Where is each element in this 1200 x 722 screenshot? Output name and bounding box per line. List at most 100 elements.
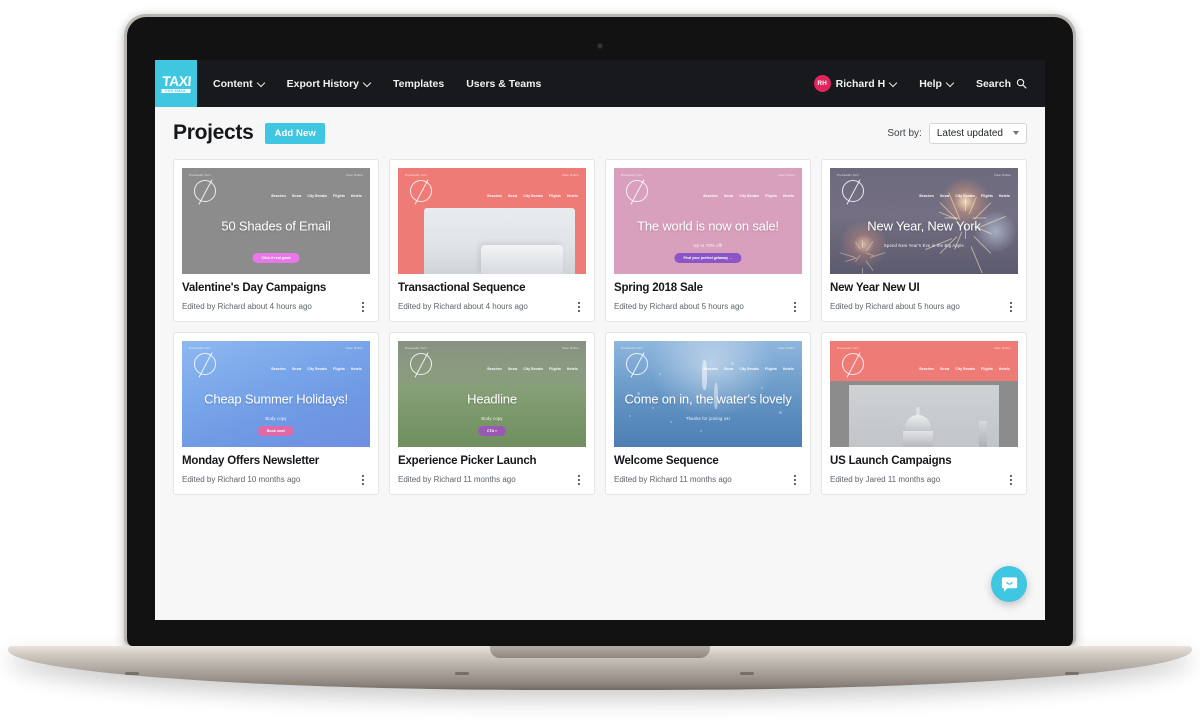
taxi-logo[interactable]: TAXI FOR EMAIL: [155, 60, 197, 107]
page-content: Projects Add New Sort by: Latest updated…: [155, 107, 1045, 620]
top-navigation-bar: TAXI FOR EMAIL Content Export History Te…: [155, 60, 1045, 107]
project-options-menu[interactable]: [356, 472, 370, 488]
webcam-icon: [597, 43, 603, 49]
thumbnail-nav-link: Flights: [333, 366, 346, 371]
project-card[interactable]: Preheader Text View Online Beaches Snow City…: [605, 159, 811, 322]
project-thumbnail[interactable]: Preheader Text View Online Beaches Snow City…: [398, 340, 586, 447]
project-card[interactable]: Preheader Text View Online Beaches Snow City…: [389, 159, 595, 322]
thumbnail-logo-icon: [194, 352, 216, 375]
thumbnail-nav-link: City Breaks: [955, 194, 976, 198]
project-meta: Edited by Jared 11 months ago: [830, 475, 941, 485]
thumbnail-nav-link: Beaches: [487, 194, 502, 198]
intercom-launcher-button[interactable]: [991, 566, 1027, 602]
chat-bubble-icon: [1001, 576, 1017, 592]
thumbnail-scene: Preheader Text View Online Beaches Snow City…: [830, 341, 1018, 447]
thumbnail-nav-link: Beaches: [703, 194, 718, 198]
thumbnail-logo-icon: [194, 180, 216, 202]
project-thumbnail[interactable]: Preheader Text View Online Beaches Snow City…: [182, 340, 370, 447]
laptop-foot: [740, 672, 754, 675]
add-new-button[interactable]: Add New: [265, 122, 325, 144]
nav-item-label: Templates: [393, 77, 445, 90]
thumbnail-nav-link: Flights: [765, 366, 778, 371]
project-options-menu[interactable]: [572, 472, 586, 488]
project-card[interactable]: Preheader Text View Online Beaches Snow City…: [173, 159, 379, 322]
chevron-down-icon: [947, 80, 954, 87]
thumbnail-nav-link: Flights: [765, 194, 778, 198]
project-options-menu[interactable]: [1004, 299, 1018, 315]
thumbnail-subcopy: Up to 70% off!: [693, 243, 723, 249]
project-options-menu[interactable]: [1004, 472, 1018, 488]
search-label: Search: [975, 77, 1011, 90]
thumbnail-preheader: Preheader Text: [621, 345, 643, 350]
laptop-foot: [125, 672, 139, 675]
thumbnail-scene: Preheader Text View Online Beaches Snow City…: [614, 168, 802, 274]
project-card[interactable]: Preheader Text View Online Beaches Snow City…: [821, 331, 1027, 495]
project-thumbnail[interactable]: Preheader Text View Online Beaches Snow City…: [830, 340, 1018, 447]
project-card[interactable]: Preheader Text View Online Beaches Snow City…: [605, 331, 811, 495]
project-options-menu[interactable]: [572, 299, 586, 315]
user-menu[interactable]: RH Richard H: [813, 75, 898, 92]
browser-viewport: TAXI FOR EMAIL Content Export History Te…: [155, 60, 1045, 620]
project-title: Welcome Sequence: [614, 454, 719, 467]
project-options-menu[interactable]: [356, 299, 370, 315]
project-meta: Edited by Richard 11 months ago: [614, 475, 732, 485]
thumbnail-nav-link: City Breaks: [955, 366, 976, 371]
page-header: Projects Add New Sort by: Latest updated: [173, 121, 1027, 145]
thumbnail-subcopy: Thanks for joining us!: [685, 416, 731, 422]
thumbnail-preheader: Preheader Text: [405, 345, 427, 350]
thumbnail-headline: Headline: [467, 391, 517, 407]
chevron-down-icon: [258, 80, 265, 87]
project-card[interactable]: Preheader Text View Online Beaches Snow City…: [821, 159, 1027, 322]
project-meta-row: Edited by Richard 11 months ago: [614, 472, 802, 494]
nav-item-templates[interactable]: Templates: [393, 78, 444, 90]
project-card[interactable]: Preheader Text View Online Beaches Snow City…: [389, 331, 595, 495]
project-thumbnail[interactable]: Preheader Text View Online Beaches Snow City…: [830, 168, 1018, 274]
thumbnail-scene: Preheader Text View Online Beaches Snow City…: [398, 341, 586, 447]
thumbnail-nav-link: Snow: [507, 194, 518, 198]
sort-selected-value: Latest updated: [936, 127, 1003, 139]
secondary-nav-items: RH Richard H Help Search: [813, 60, 1045, 107]
project-options-menu[interactable]: [788, 299, 802, 315]
nav-item-export-history[interactable]: Export History: [287, 78, 371, 90]
thumbnail-nav: Beaches Snow City Breaks Flights Hotels: [703, 367, 794, 371]
project-options-menu[interactable]: [788, 472, 802, 488]
project-thumbnail[interactable]: Preheader Text View Online Beaches Snow City…: [614, 168, 802, 274]
thumbnail-nav-link: Hotels: [783, 366, 794, 371]
project-thumbnail[interactable]: Preheader Text View Online Beaches Snow City…: [398, 168, 586, 274]
thumbnail-nav-link: Hotels: [783, 194, 794, 198]
thumbnail-nav: Beaches Snow City Breaks Flights Hotels: [487, 367, 578, 371]
thumbnail-logo-icon: [626, 180, 648, 202]
project-title: Transactional Sequence: [398, 282, 526, 294]
thumbnail-preheader: Preheader Text: [837, 345, 859, 350]
project-meta-row: Edited by Richard about 5 hours ago: [614, 299, 802, 321]
sort-control: Sort by: Latest updated: [887, 122, 1027, 144]
project-thumbnail[interactable]: Preheader Text View Online Beaches Snow City…: [614, 340, 802, 447]
project-title: New Year New UI: [830, 282, 920, 294]
thumbnail-nav-link: Snow: [723, 194, 734, 198]
sort-dropdown[interactable]: Latest updated: [928, 122, 1027, 144]
nav-item-users-teams[interactable]: Users & Teams: [466, 78, 541, 90]
search-button[interactable]: Search: [976, 78, 1027, 90]
help-menu[interactable]: Help: [919, 78, 954, 90]
project-thumbnail[interactable]: Preheader Text View Online Beaches Snow City…: [182, 168, 370, 274]
thumbnail-nav-link: Flights: [981, 194, 994, 198]
laptop-foot: [455, 672, 469, 675]
project-title: Monday Offers Newsletter: [182, 454, 320, 467]
thumbnail-nav-link: Flights: [549, 194, 562, 198]
projects-grid: Preheader Text View Online Beaches Snow City…: [173, 159, 1027, 495]
thumbnail-nav-link: Beaches: [271, 194, 286, 198]
dome-shape: [901, 406, 935, 447]
chevron-down-icon: [364, 80, 371, 87]
tower-shape: [979, 420, 988, 447]
thumbnail-headline: New Year, New York: [867, 218, 981, 234]
project-meta: Edited by Richard 11 months ago: [398, 475, 516, 485]
screenshot-stage: TAXI FOR EMAIL Content Export History Te…: [0, 0, 1200, 722]
project-card[interactable]: Preheader Text View Online Beaches Snow City…: [173, 331, 379, 495]
nav-item-content[interactable]: Content: [213, 78, 265, 90]
project-title: Experience Picker Launch: [398, 454, 537, 467]
thumbnail-nav: Beaches Snow City Breaks Flights Hotels: [487, 194, 578, 198]
thumbnail-view-online: View Online: [561, 173, 579, 177]
thumbnail-logo-icon: [410, 180, 432, 202]
thumbnail-nav-link: Hotels: [999, 366, 1010, 371]
thumbnail-preheader: Preheader Text: [189, 345, 211, 350]
